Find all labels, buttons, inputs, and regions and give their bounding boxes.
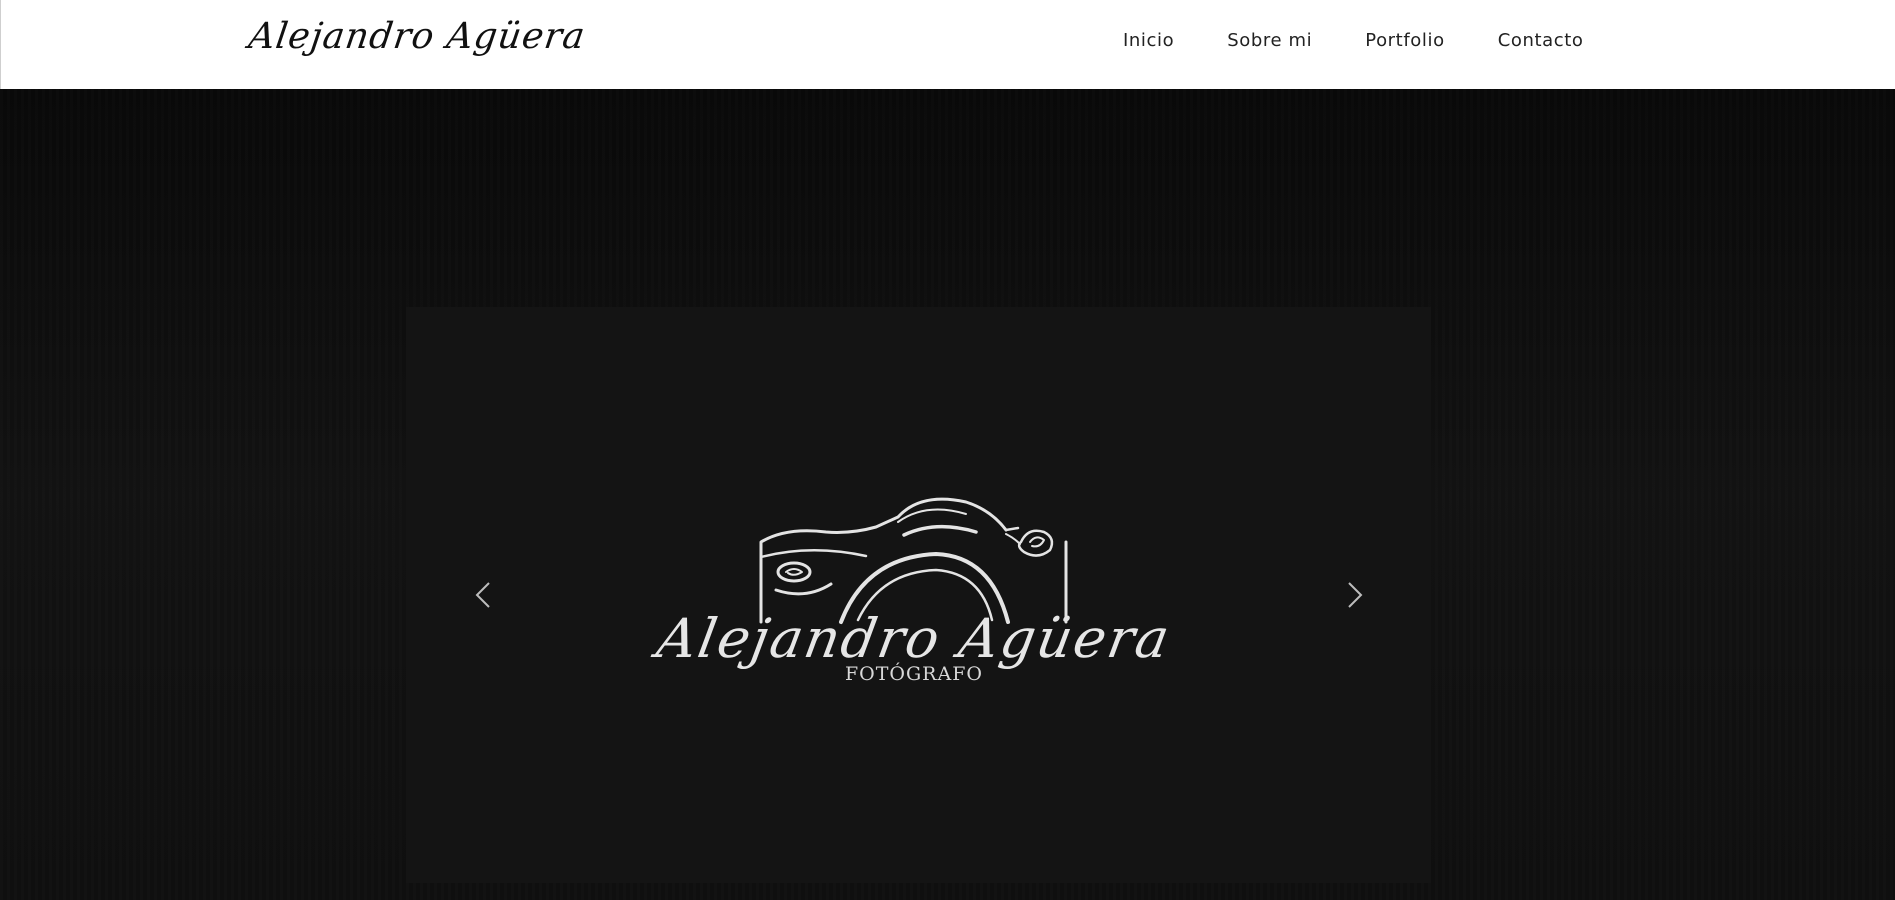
slider-next-button[interactable] (1339, 575, 1369, 615)
main-nav: Inicio Sobre mi Portfolio Contacto (1123, 30, 1637, 51)
slide-logo-subtitle: FOTÓGRAFO (845, 663, 983, 685)
slider-prev-button[interactable] (469, 575, 499, 615)
hero-section: Alejandro Agüera FOTÓGRAFO (0, 89, 1895, 900)
nav-item-inicio[interactable]: Inicio (1123, 30, 1174, 51)
nav-item-contacto[interactable]: Contacto (1498, 30, 1584, 51)
chevron-left-icon (475, 582, 490, 608)
slider-slide: Alejandro Agüera FOTÓGRAFO (406, 307, 1431, 883)
site-header: Alejandro Agüera Inicio Sobre mi Portfol… (0, 0, 1895, 89)
site-brand-logo[interactable]: Alejandro Agüera (246, 16, 588, 57)
slide-logo-script: Alejandro Agüera (652, 607, 1176, 670)
nav-item-portfolio[interactable]: Portfolio (1365, 30, 1444, 51)
nav-item-sobre-mi[interactable]: Sobre mi (1227, 30, 1312, 51)
chevron-right-icon (1348, 582, 1363, 608)
